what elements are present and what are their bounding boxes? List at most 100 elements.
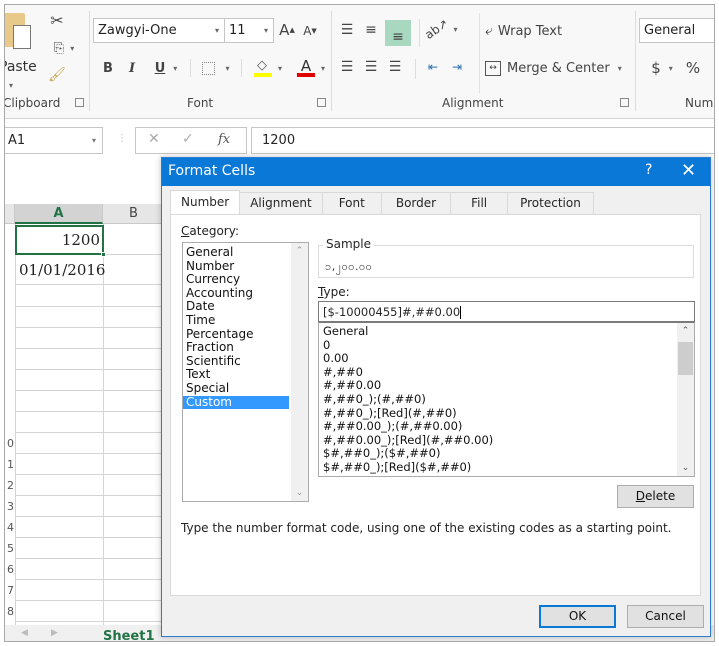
select-all-corner[interactable] bbox=[5, 204, 15, 224]
font-color-button[interactable]: A ▾ bbox=[291, 55, 331, 81]
type-list-item[interactable]: #,##0_);[Red](#,##0) bbox=[319, 406, 694, 421]
middle-align-button[interactable]: ≡ bbox=[361, 20, 381, 40]
tab-protection[interactable]: Protection bbox=[507, 192, 594, 214]
scroll-down-icon[interactable]: ⌄ bbox=[677, 460, 694, 476]
column-header-b[interactable]: B bbox=[103, 204, 165, 224]
decrease-indent-button[interactable]: ⇤ bbox=[423, 57, 443, 77]
increase-indent-button[interactable]: ⇥ bbox=[447, 57, 467, 77]
category-item[interactable]: Scientific bbox=[183, 354, 289, 369]
column-header-a[interactable]: A bbox=[15, 204, 103, 224]
scroll-thumb[interactable] bbox=[678, 342, 693, 375]
paste-button[interactable]: Paste ▾ bbox=[5, 11, 39, 90]
scroll-right-icon[interactable]: ▶ bbox=[51, 628, 58, 638]
font-size-combo[interactable]: 11 ▾ bbox=[224, 18, 274, 43]
type-list-item[interactable]: #,##0.00 bbox=[319, 379, 694, 393]
cell-a2[interactable]: 01/01/2016 bbox=[16, 256, 105, 284]
italic-button[interactable]: I bbox=[123, 58, 141, 78]
row-number[interactable]: 0 bbox=[5, 437, 14, 450]
category-item[interactable]: Percentage bbox=[183, 327, 289, 342]
alignment-launcher-icon[interactable] bbox=[620, 98, 629, 107]
percent-style-button[interactable]: % bbox=[683, 57, 703, 79]
orientation-button[interactable]: ab↗ ▾ bbox=[423, 16, 458, 42]
fill-color-button[interactable]: ◇ ▾ bbox=[248, 55, 288, 81]
type-list-item[interactable]: #,##0.00_);[Red](#,##0.00) bbox=[319, 433, 694, 448]
number-format-combo[interactable]: General bbox=[639, 18, 714, 43]
shrink-font-button[interactable]: A ▼ bbox=[301, 21, 319, 41]
type-list-item[interactable]: General bbox=[319, 324, 694, 339]
type-list[interactable]: General 0 0.00 #,##0 #,##0.00 #,##0_);(#,##0)… bbox=[318, 322, 695, 477]
sheet-tab[interactable]: Sheet1 bbox=[103, 629, 155, 641]
row-number[interactable]: 5 bbox=[5, 542, 14, 555]
category-list[interactable]: General Number Currency Accounting Date … bbox=[182, 242, 309, 502]
name-box[interactable]: A1 ▾ bbox=[5, 127, 103, 154]
row-number[interactable]: 1 bbox=[5, 458, 14, 471]
category-item[interactable]: Currency bbox=[183, 273, 289, 287]
help-button[interactable]: ? bbox=[645, 162, 652, 178]
align-left-button[interactable]: ☰ bbox=[337, 57, 357, 77]
scroll-left-icon[interactable]: ◀ bbox=[21, 628, 28, 638]
category-item[interactable]: Time bbox=[183, 313, 289, 328]
underline-button[interactable]: U ▾ bbox=[148, 58, 184, 78]
category-item[interactable]: Fraction bbox=[183, 341, 289, 355]
align-right-button[interactable]: ☰ bbox=[385, 57, 405, 77]
category-item[interactable]: Text bbox=[183, 368, 289, 382]
currency-format-button[interactable]: $ ▾ bbox=[645, 57, 679, 79]
tab-fill[interactable]: Fill bbox=[450, 192, 509, 214]
type-list-scrollbar[interactable]: ⌃ ⌄ bbox=[677, 323, 694, 476]
row-number[interactable]: 4 bbox=[5, 521, 14, 534]
insert-function-button[interactable]: fx bbox=[218, 132, 230, 147]
borders-button[interactable]: ▾ bbox=[198, 58, 234, 78]
cut-button[interactable]: ✂ bbox=[47, 10, 67, 30]
ok-button[interactable]: OK bbox=[539, 605, 616, 628]
category-item[interactable]: Number bbox=[183, 259, 289, 274]
type-list-item[interactable]: #,##0.00_);(#,##0.00) bbox=[319, 420, 694, 434]
close-button[interactable]: ✕ bbox=[681, 160, 696, 181]
tab-font[interactable]: Font bbox=[321, 192, 382, 214]
font-name-combo[interactable]: Zawgyi-One ▾ bbox=[93, 18, 225, 43]
formula-input[interactable]: 1200 bbox=[251, 127, 714, 154]
bold-button[interactable]: B bbox=[99, 58, 117, 78]
row-number[interactable]: 7 bbox=[5, 584, 14, 597]
cell-a1[interactable]: 1200 bbox=[15, 225, 104, 255]
type-list-item[interactable]: $#,##0_);($#,##0) bbox=[319, 447, 694, 461]
category-item[interactable]: Date bbox=[183, 300, 289, 314]
type-input[interactable]: [$-10000455]#,##0.00 bbox=[318, 301, 695, 322]
row-number[interactable]: 8 bbox=[5, 605, 14, 618]
row-number[interactable]: 2 bbox=[5, 479, 14, 492]
category-item[interactable]: General bbox=[183, 245, 289, 260]
dialog-title-bar[interactable]: Format Cells ? ✕ bbox=[162, 158, 710, 186]
clipboard-launcher-icon[interactable] bbox=[75, 98, 84, 107]
row-number[interactable]: 6 bbox=[5, 563, 14, 576]
scroll-down-icon[interactable]: ⌄ bbox=[291, 485, 308, 501]
scroll-up-icon[interactable]: ⌃ bbox=[677, 323, 694, 339]
wrap-text-button[interactable]: ⤶ Wrap Text bbox=[485, 19, 580, 43]
align-center-button[interactable]: ☰ bbox=[361, 57, 381, 77]
bold-icon: B bbox=[103, 60, 113, 76]
tab-border[interactable]: Border bbox=[380, 192, 452, 214]
category-item-selected[interactable]: Custom bbox=[183, 395, 289, 410]
type-list-item[interactable]: $#,##0_);[Red]($#,##0) bbox=[319, 460, 694, 475]
top-align-button[interactable]: ☰ bbox=[337, 20, 357, 40]
bottom-align-button[interactable]: ≡ bbox=[385, 20, 411, 46]
cancel-button[interactable]: Cancel bbox=[627, 605, 704, 628]
tab-number[interactable]: Number bbox=[170, 190, 241, 214]
enter-formula-button[interactable]: ✓ bbox=[182, 131, 194, 147]
grow-font-button[interactable]: A ▲ bbox=[277, 19, 297, 41]
type-list-item[interactable]: 0.00 bbox=[319, 352, 694, 366]
copy-button[interactable]: ⎘ ▾ bbox=[47, 38, 81, 58]
cancel-formula-button[interactable]: ✕ bbox=[148, 131, 160, 147]
merge-center-button[interactable]: ↔ Merge & Center ▾ bbox=[485, 56, 630, 80]
type-list-item[interactable]: 0 bbox=[319, 338, 694, 353]
scroll-up-icon[interactable]: ⌃ bbox=[291, 243, 308, 259]
row-number[interactable]: 3 bbox=[5, 500, 14, 513]
delete-button[interactable]: Delete bbox=[617, 485, 694, 508]
excel-window: Paste ▾ ✂ ⎘▾ 🖌 Clipboard Zawgyi-One ▾ 11… bbox=[4, 4, 715, 642]
category-scrollbar[interactable]: ⌃ ⌄ bbox=[291, 243, 308, 501]
category-item[interactable]: Accounting bbox=[183, 286, 289, 301]
category-item[interactable]: Special bbox=[183, 381, 289, 396]
type-list-item[interactable]: #,##0 bbox=[319, 365, 694, 380]
tab-alignment[interactable]: Alignment bbox=[239, 192, 323, 214]
type-list-item[interactable]: #,##0_);(#,##0) bbox=[319, 392, 694, 407]
font-launcher-icon[interactable] bbox=[317, 98, 326, 107]
format-painter-button[interactable]: 🖌 bbox=[47, 65, 67, 85]
